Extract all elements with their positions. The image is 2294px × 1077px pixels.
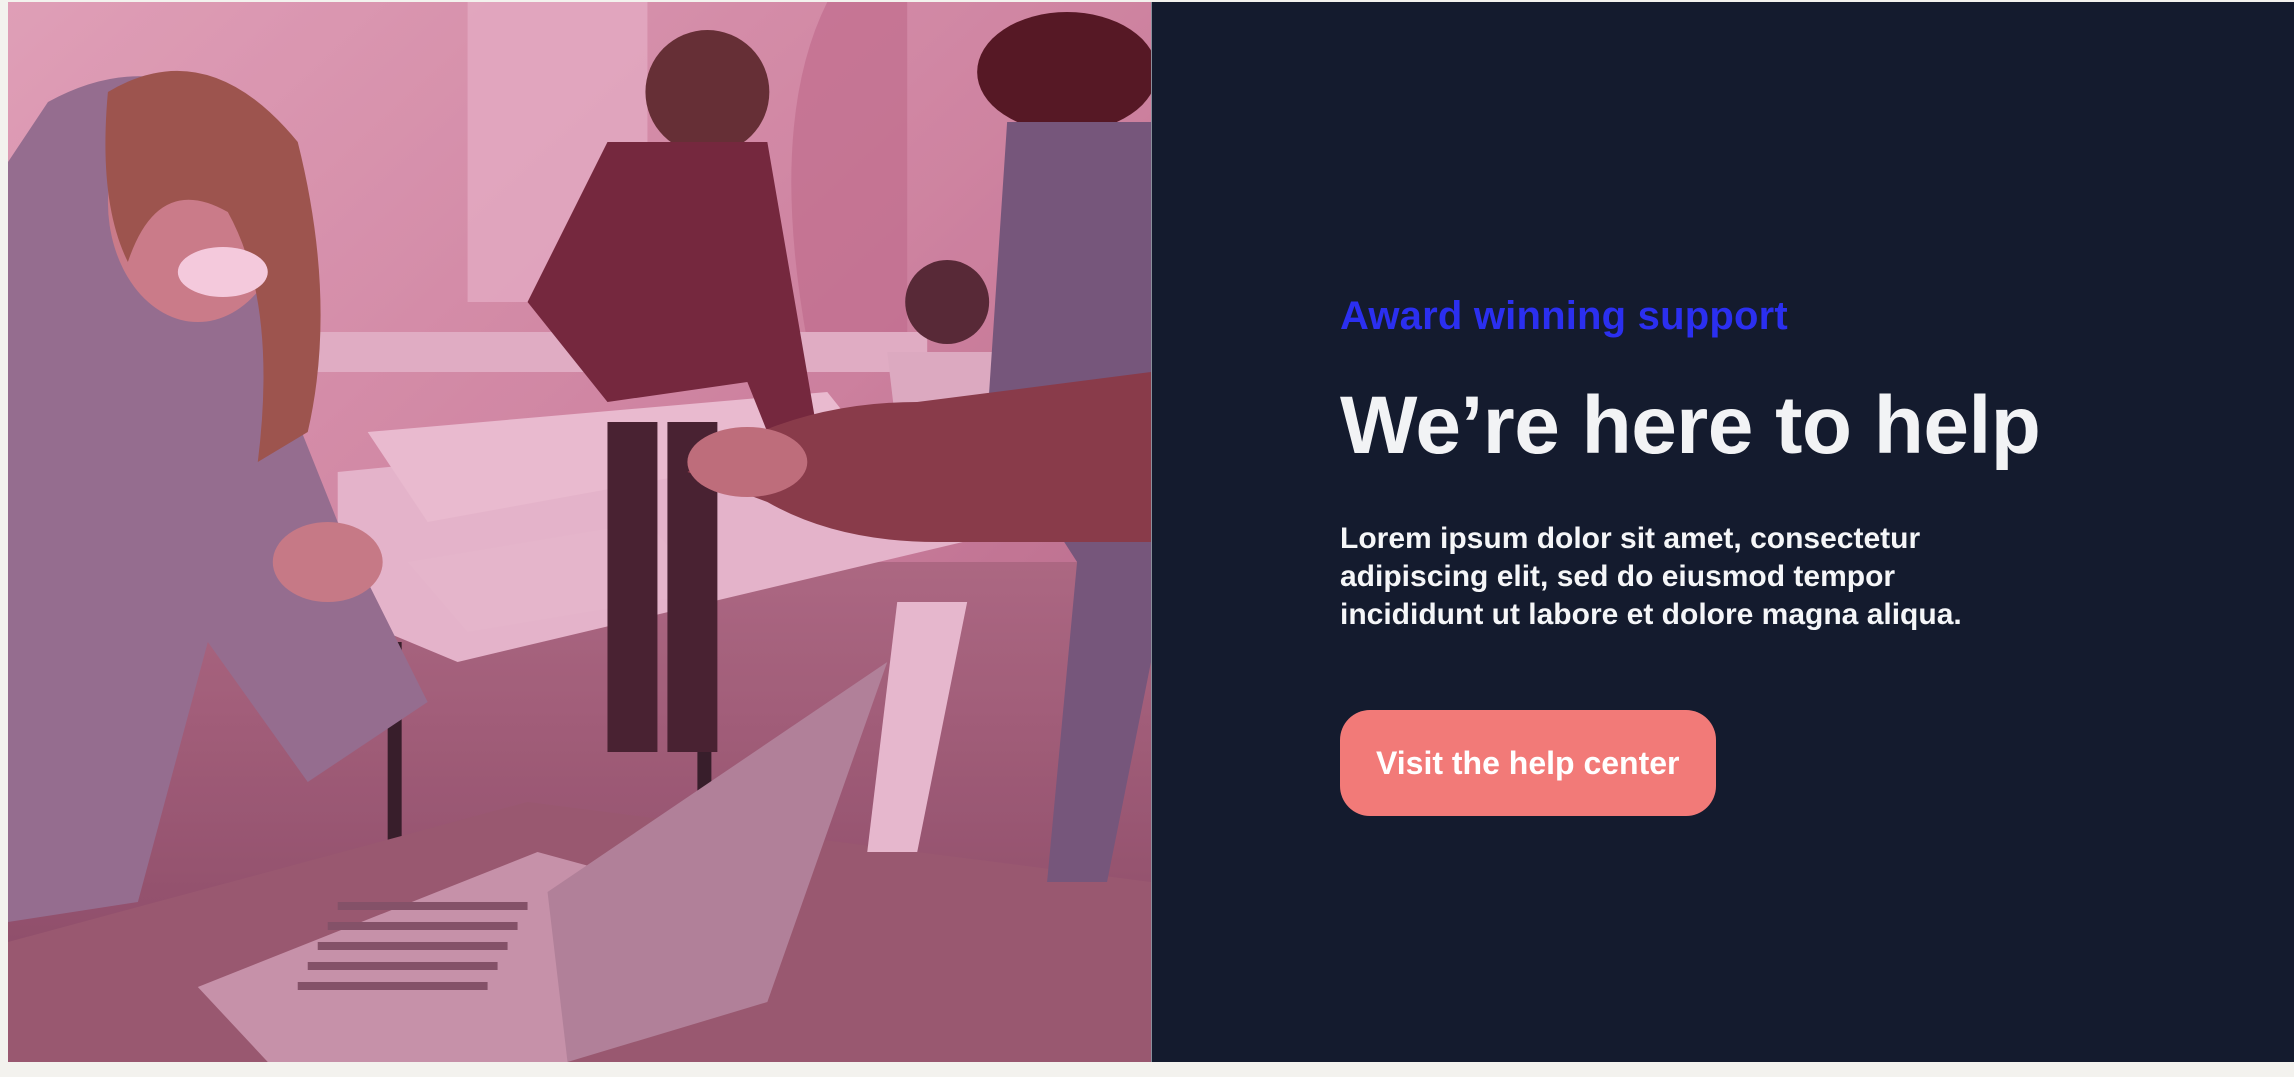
visit-help-center-button[interactable]: Visit the help center (1340, 710, 1716, 816)
hero-content: Award winning support We’re here to help… (1152, 2, 2294, 1062)
support-hero-section: Award winning support We’re here to help… (8, 2, 2294, 1062)
office-team-photo (8, 2, 1151, 1062)
page: Award winning support We’re here to help… (0, 0, 2294, 1077)
hero-media (8, 2, 1152, 1062)
eyebrow-text: Award winning support (1340, 294, 1788, 338)
page-title: We’re here to help (1340, 380, 2041, 471)
hero-description: Lorem ipsum dolor sit amet, consectetur … (1340, 522, 1962, 631)
hero-content-inner: Award winning support We’re here to help… (1340, 292, 2120, 816)
